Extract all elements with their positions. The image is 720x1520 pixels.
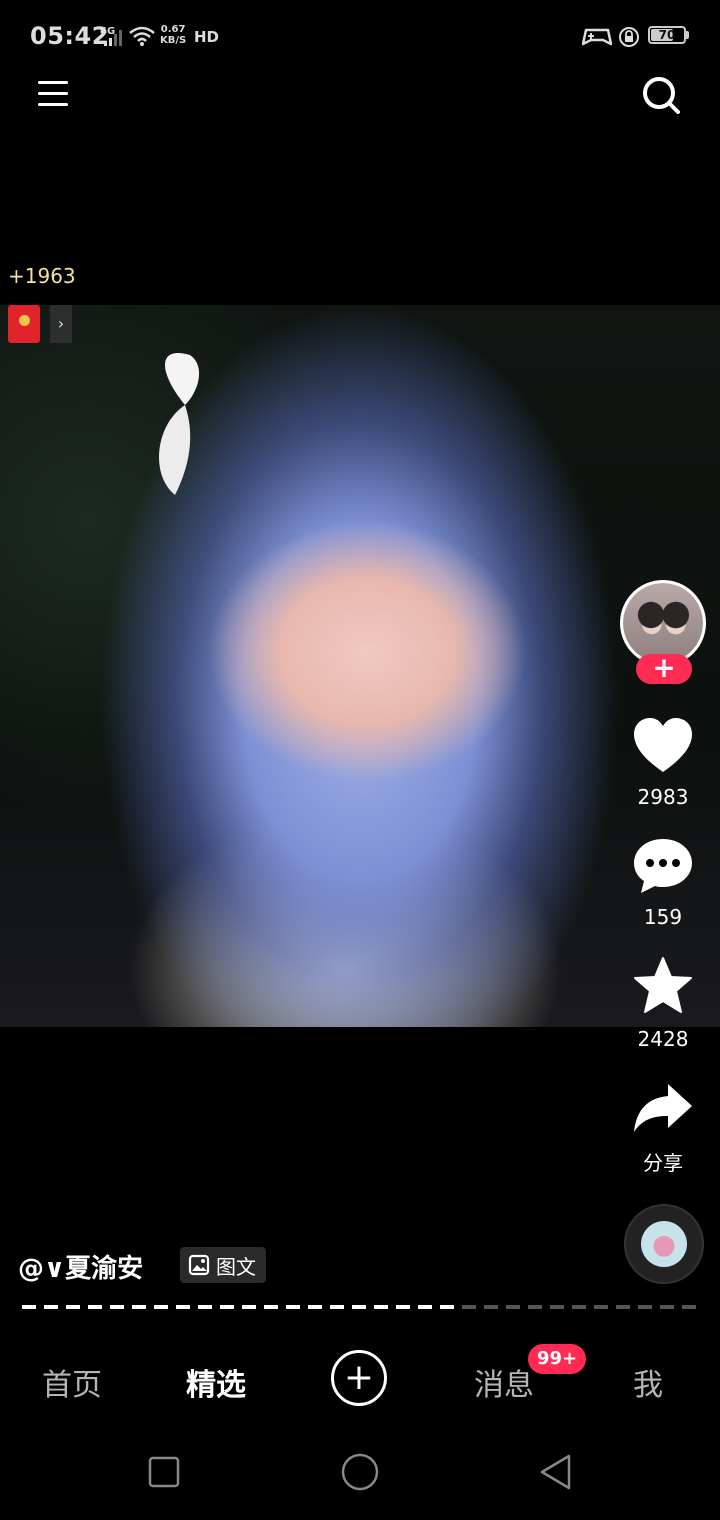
- menu-button[interactable]: [36, 76, 70, 110]
- game-mode-icon: [582, 28, 612, 46]
- menu-icon-bar: [38, 103, 68, 106]
- speed-unit: KB/S: [160, 35, 187, 46]
- red-packet-expand-button[interactable]: ›: [50, 305, 72, 343]
- comment-count: 159: [643, 905, 683, 929]
- messages-badge: 99+: [528, 1344, 587, 1374]
- speed-value: 0.67: [160, 24, 186, 35]
- music-cover-image: [641, 1221, 687, 1267]
- wifi-icon: [129, 26, 155, 46]
- home-icon[interactable]: [340, 1452, 380, 1492]
- menu-icon-bar: [38, 81, 68, 84]
- hair-bow-shape: [158, 353, 200, 495]
- tab-me[interactable]: 我: [598, 1360, 698, 1404]
- tab-home[interactable]: 首页: [22, 1360, 122, 1404]
- network-speed: 0.67 KB/S: [160, 24, 186, 46]
- post-type-tag: 图文: [180, 1247, 266, 1283]
- plus-icon: +: [652, 651, 676, 684]
- cell-signal-icon: [104, 30, 122, 46]
- like-heart-icon[interactable]: [630, 716, 696, 776]
- favorite-star-icon[interactable]: [630, 956, 696, 1016]
- status-bar: 05:42 4G 0.67 KB/S HD 70: [0, 0, 720, 72]
- lock-rotation-icon: [619, 27, 639, 47]
- follow-button[interactable]: +: [636, 654, 692, 684]
- menu-icon-bar: [38, 92, 68, 95]
- post-type-label: 图文: [216, 1254, 256, 1279]
- coin-reward-text: +1963: [8, 264, 76, 288]
- like-count: 2983: [637, 785, 689, 809]
- image-progress-bar[interactable]: [22, 1305, 700, 1309]
- tab-featured[interactable]: 精选: [166, 1360, 266, 1404]
- music-disc[interactable]: [624, 1204, 704, 1284]
- battery-indicator: 70: [648, 26, 686, 44]
- author-name[interactable]: @∨夏渝安: [18, 1248, 143, 1285]
- back-icon[interactable]: [536, 1452, 576, 1492]
- battery-level: 70: [658, 28, 676, 42]
- comment-icon[interactable]: [630, 836, 696, 896]
- search-icon[interactable]: [640, 74, 682, 116]
- battery-tip: [686, 31, 689, 39]
- plus-icon: +: [343, 1357, 375, 1398]
- create-post-button[interactable]: +: [331, 1350, 387, 1406]
- hd-indicator: HD: [194, 28, 220, 46]
- share-label: 分享: [643, 1151, 683, 1175]
- progress-fill: [22, 1305, 456, 1309]
- share-arrow-icon[interactable]: [630, 1078, 696, 1138]
- favorite-count: 2428: [637, 1027, 689, 1051]
- image-icon: [188, 1254, 210, 1276]
- red-packet-icon[interactable]: [8, 305, 40, 343]
- post-image[interactable]: [0, 305, 720, 1027]
- status-time: 05:42: [30, 22, 109, 50]
- recent-apps-icon[interactable]: [144, 1452, 184, 1492]
